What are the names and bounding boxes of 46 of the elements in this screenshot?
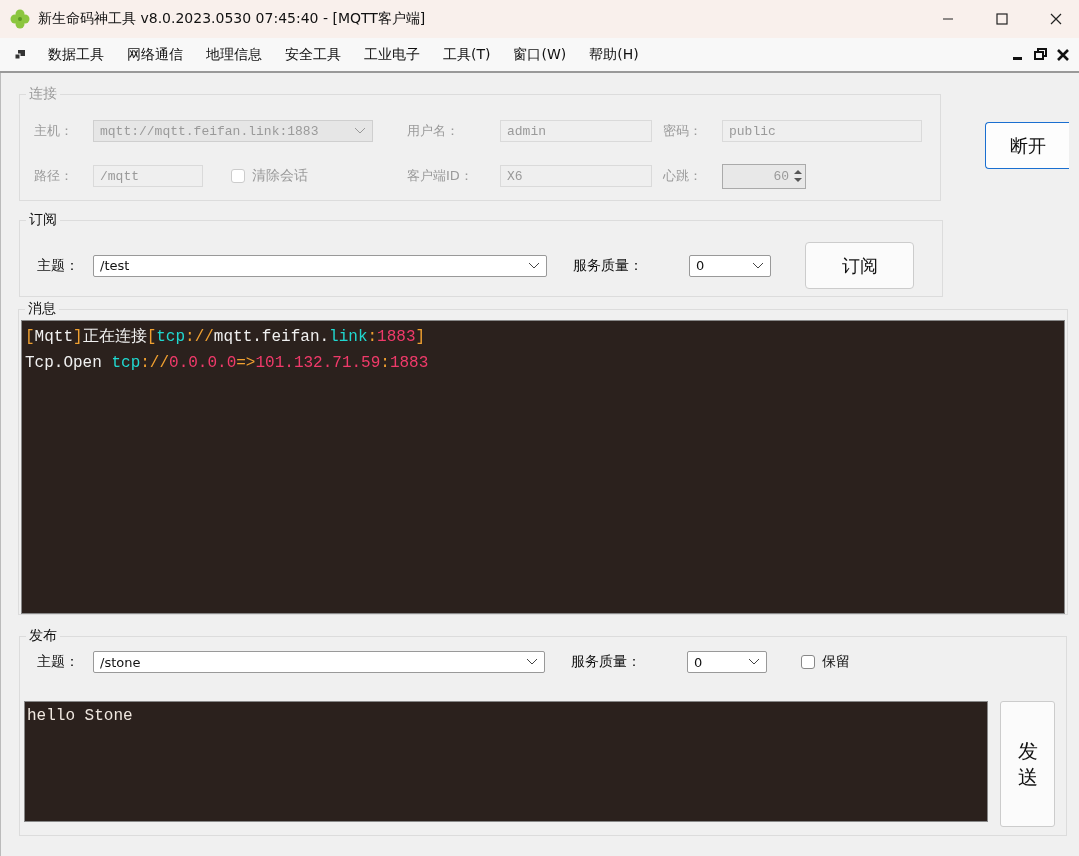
restore-icon[interactable]: [1034, 48, 1047, 61]
field-label: 服务质量：: [571, 653, 642, 671]
clover-icon: [10, 9, 30, 29]
chevron-down-icon: [748, 658, 760, 666]
chevron-down-icon: [752, 261, 764, 270]
subscribe-button[interactable]: 订阅: [805, 242, 914, 289]
window-title: 新生命码神工具 v8.0.2023.0530 07:45:40 - [MQTT客户端]: [38, 10, 426, 28]
chevron-down-icon: [526, 658, 538, 666]
topic-dropdown[interactable]: /test: [93, 254, 547, 277]
field-label: 主题：: [37, 653, 80, 671]
group-title: 连接: [26, 85, 60, 103]
group-title: 消息: [25, 300, 59, 318]
field-label: 客户端ID：: [407, 167, 474, 185]
field-label: 密码：: [663, 122, 703, 140]
window-menu-icon[interactable]: [14, 48, 26, 61]
message-input[interactable]: hello Stone: [24, 701, 988, 822]
menu-item[interactable]: 帮助(H): [577, 45, 650, 64]
field-label: 主机：: [34, 122, 74, 140]
menu-item[interactable]: 地理信息: [194, 45, 273, 64]
checkbox[interactable]: [801, 655, 815, 669]
group-title: 发布: [26, 627, 60, 645]
menu-item[interactable]: 工业电子: [352, 45, 431, 64]
qos-dropdown[interactable]: 0: [687, 651, 767, 673]
topic-dropdown[interactable]: /stone: [93, 651, 545, 673]
field-label: 服务质量：: [573, 256, 644, 275]
close-icon[interactable]: [1057, 48, 1069, 61]
field-label: 心跳：: [663, 167, 703, 185]
log-line: Tcp.Open tcp://0.0.0.0=>101.132.71.59:1883: [25, 353, 430, 374]
field-label: 路径：: [34, 167, 74, 185]
menu-item[interactable]: 安全工具: [273, 45, 352, 64]
group-title: 订阅: [26, 211, 60, 229]
send-button[interactable]: 发送: [1000, 701, 1055, 827]
menu-item[interactable]: 网络通信: [115, 45, 194, 64]
chevron-down-icon: [528, 261, 540, 270]
checkbox-label: 保留: [822, 653, 850, 671]
chevron-down-icon: [354, 127, 366, 135]
maximize-icon[interactable]: [996, 13, 1008, 25]
field-label: 主题：: [37, 256, 80, 275]
close-icon[interactable]: [1050, 13, 1062, 25]
log-line: [Mqtt]正在连接[tcp://mqtt.feifan.link:1883]: [25, 327, 427, 348]
menu-item[interactable]: 数据工具: [36, 45, 115, 64]
menu-item[interactable]: 窗口(W): [501, 45, 578, 64]
qos-dropdown[interactable]: 0: [689, 254, 771, 277]
field-label: 用户名：: [407, 122, 460, 140]
checkbox-label: 清除会话: [252, 167, 308, 185]
menu-item[interactable]: 工具(T): [431, 45, 502, 64]
